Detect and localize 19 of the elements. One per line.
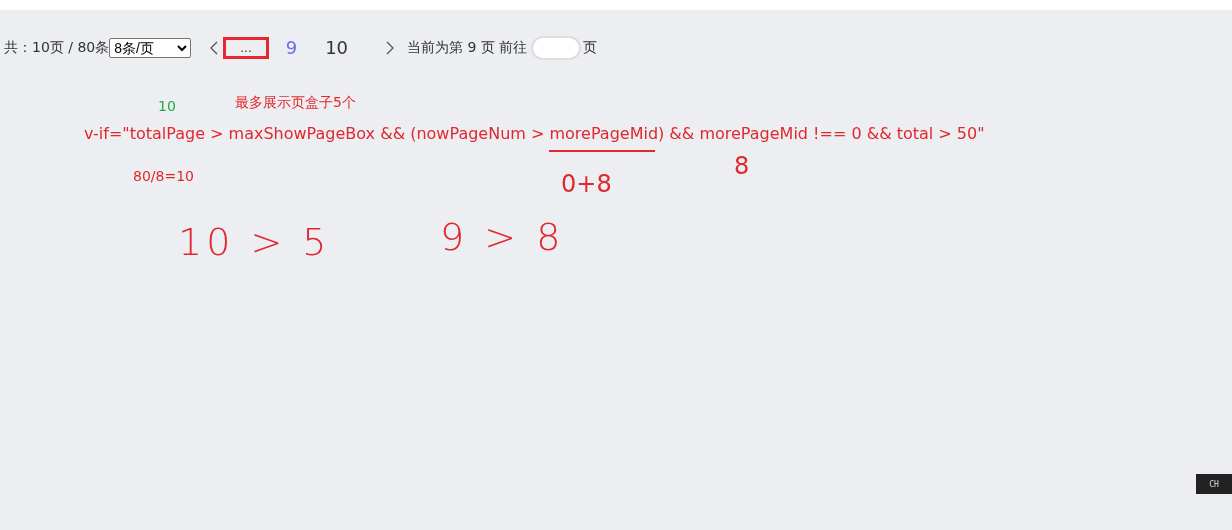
code-annotation: v-if="totalPage > maxShowPageBox && (nowPageNum > morePageMid) && morePageMid !== 0 && total > 50" — [84, 124, 985, 143]
page-unit-text: 页 — [583, 38, 598, 57]
pagination-summary: 共：10页 / 80条 — [4, 38, 110, 57]
ellipsis-button[interactable]: ... — [223, 36, 269, 59]
current-page-text: 当前为第 9 页 前往 — [407, 38, 528, 57]
page-button[interactable]: 10 — [314, 34, 360, 61]
annotation-text: 最多展示页盒子5个 — [235, 94, 356, 112]
annotation-text: 10 — [158, 98, 176, 114]
goto-page-field[interactable] — [531, 35, 582, 60]
page-button[interactable]: 9 — [274, 34, 309, 61]
annotation-text: 80/8=10 — [133, 168, 194, 184]
ime-badge: CH — [1196, 474, 1232, 494]
chevron-right-icon[interactable] — [385, 40, 396, 55]
handwritten-note: 10 > 5 — [178, 220, 331, 264]
annotation-text: 8 — [734, 152, 750, 180]
annotation-text: 0+8 — [561, 170, 612, 198]
page-size-select[interactable]: 8条/页 — [109, 37, 192, 58]
handwritten-note: 9 > 8 — [440, 215, 565, 259]
chevron-left-icon[interactable] — [209, 40, 220, 55]
